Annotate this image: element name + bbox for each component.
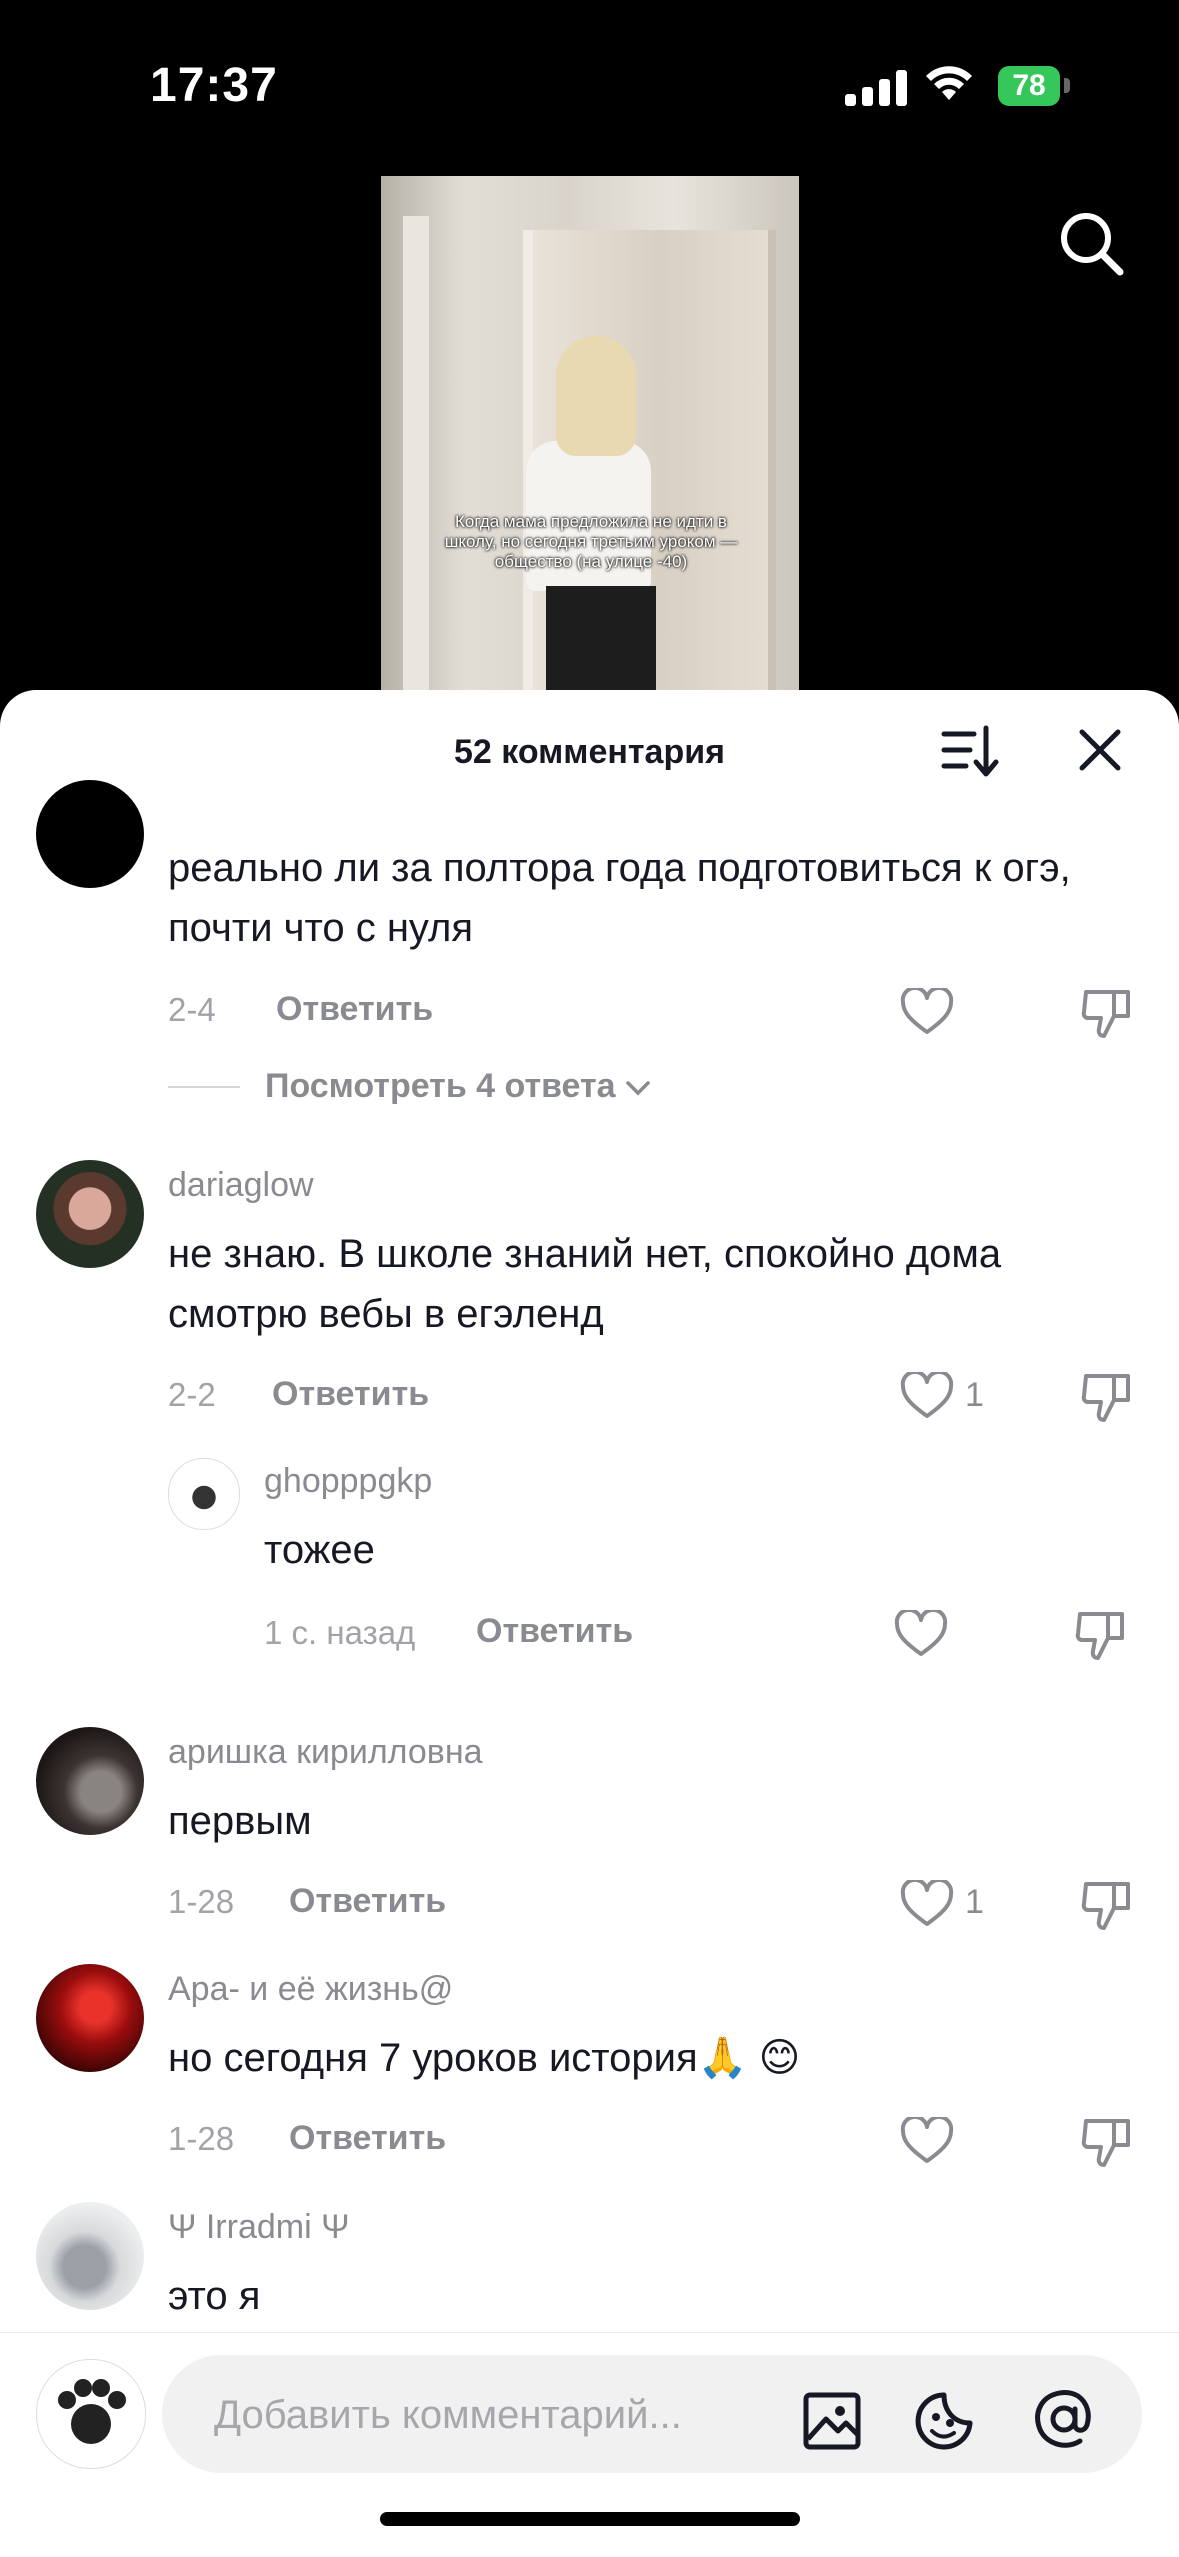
reply-avatar[interactable] <box>168 1458 240 1530</box>
comment-date: 2-4 <box>168 991 216 1028</box>
comment-username[interactable]: Ара- и её жизнь@ <box>168 1970 453 2009</box>
reply-username[interactable]: ghopppgkp <box>264 1462 432 1501</box>
heart-icon[interactable] <box>900 2117 954 2165</box>
emoji-icon[interactable] <box>914 2389 978 2453</box>
dislike-icon[interactable] <box>1080 1370 1134 1424</box>
heart-icon[interactable] <box>894 1610 948 1658</box>
dislike-icon[interactable] <box>1080 1878 1134 1932</box>
video-player[interactable]: Когда мама предложила не идти в школу, н… <box>381 176 799 696</box>
comment-username[interactable]: аришка кирилловна <box>168 1733 483 1772</box>
comment-date: 1-28 <box>168 2120 235 2157</box>
at-icon[interactable] <box>1032 2387 1096 2451</box>
reply-button[interactable]: Ответить <box>272 1375 429 1414</box>
paw-print-icon <box>58 2379 126 2444</box>
reply-button[interactable]: Ответить <box>289 2119 446 2158</box>
comment-avatar[interactable] <box>36 780 144 888</box>
like-count: 1 <box>965 1376 984 1414</box>
comment-date: 1-28 <box>168 1883 235 1920</box>
replies-divider <box>168 1086 240 1088</box>
dislike-icon[interactable] <box>1074 1608 1128 1662</box>
sort-icon[interactable] <box>940 722 1000 782</box>
comment-username[interactable]: Ψ Irradmi Ψ <box>168 2208 350 2247</box>
comments-count-title: 52 комментария <box>454 733 725 771</box>
cellular-signal-icon <box>845 68 907 106</box>
battery-indicator: 78 <box>998 66 1060 106</box>
reply-button[interactable]: Ответить <box>476 1612 633 1651</box>
heart-icon[interactable] <box>900 988 954 1036</box>
like-count: 1 <box>965 1883 984 1921</box>
comment-username[interactable]: dariaglow <box>168 1166 314 1205</box>
comment-avatar[interactable] <box>36 1964 144 2072</box>
comment-text[interactable]: реально ли за полтора года подготовиться… <box>168 838 1148 958</box>
comment-input[interactable] <box>212 2385 776 2445</box>
close-icon[interactable] <box>1078 728 1122 772</box>
wifi-icon <box>926 66 972 100</box>
reply-button[interactable]: Ответить <box>289 1882 446 1921</box>
reply-text[interactable]: тожее <box>264 1520 375 1580</box>
comment-avatar[interactable] <box>36 1160 144 1268</box>
video-caption: Когда мама предложила не идти в школу, н… <box>444 512 738 571</box>
search-icon[interactable] <box>1058 210 1124 276</box>
heart-icon[interactable] <box>900 1372 954 1420</box>
reply-date: 1 с. назад <box>264 1614 416 1651</box>
status-bar: 17:37 78 <box>0 0 1179 175</box>
battery-cap <box>1064 78 1070 93</box>
user-avatar[interactable] <box>36 2359 146 2469</box>
reply-button[interactable]: Ответить <box>276 990 433 1029</box>
comment-text[interactable]: не знаю. В школе знаний нет, спокойно до… <box>168 1224 1088 1344</box>
chevron-down-icon <box>626 1081 650 1096</box>
comment-date: 2-2 <box>168 1376 216 1413</box>
comment-input-field[interactable] <box>162 2355 1142 2473</box>
status-time: 17:37 <box>150 59 278 112</box>
image-icon[interactable] <box>802 2391 862 2451</box>
view-replies-button[interactable]: Посмотреть 4 ответа <box>265 1067 651 1106</box>
dislike-icon[interactable] <box>1080 986 1134 1040</box>
battery-level: 78 <box>1012 69 1046 102</box>
view-replies-label: Посмотреть 4 ответа <box>265 1067 616 1105</box>
heart-icon[interactable] <box>900 1880 954 1928</box>
comment-avatar[interactable] <box>36 1727 144 1835</box>
video-door-frame <box>403 216 429 696</box>
comment-avatar[interactable] <box>36 2202 144 2310</box>
comment-text[interactable]: но сегодня 7 уроков история🙏 😊 <box>168 2028 800 2088</box>
home-indicator <box>380 2512 800 2526</box>
dislike-icon[interactable] <box>1080 2115 1134 2169</box>
comment-text[interactable]: это я <box>168 2266 260 2326</box>
comment-text[interactable]: первым <box>168 1791 312 1851</box>
